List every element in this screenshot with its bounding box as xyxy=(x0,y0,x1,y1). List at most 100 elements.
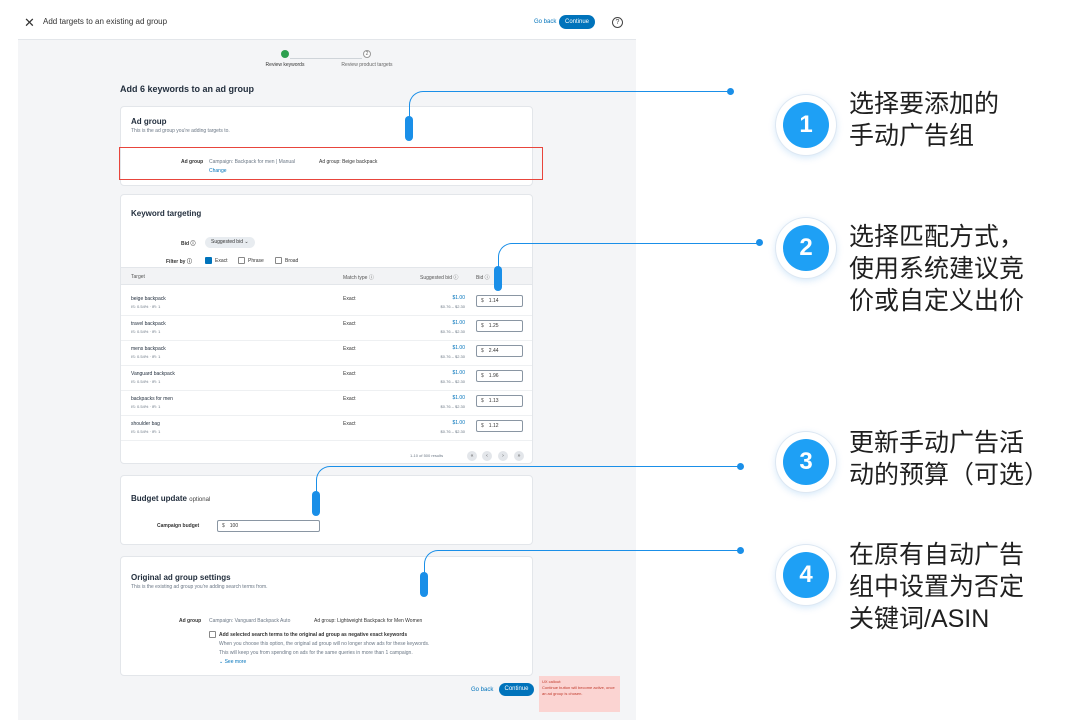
first-page-icon[interactable]: « xyxy=(467,451,477,461)
suggested-bid-link[interactable]: $1.00 xyxy=(441,320,465,326)
header-continue-button[interactable]: Continue xyxy=(559,15,595,29)
close-icon[interactable]: ✕ xyxy=(24,16,35,30)
annotation-text: 选择匹配方式， 使用系统建议竞 价或自定义出价 xyxy=(849,223,1025,315)
step-badge: 3 xyxy=(776,432,836,492)
step-badge: 2 xyxy=(776,218,836,278)
annotation-text: 更新手动广告活 动的预算（可选） xyxy=(849,429,1050,489)
keyword-text: mens backpack xyxy=(131,346,166,352)
pointer-marker xyxy=(494,266,502,291)
suggested-bid-range: $0.76 – $2.30 xyxy=(440,304,465,309)
keyword-targeting-card: Keyword targeting Bid ⓘ Suggested bid ⌄ … xyxy=(120,194,533,464)
bid-input[interactable]: $1.25 xyxy=(476,320,523,332)
bid-input[interactable]: $1.12 xyxy=(476,420,523,432)
page-title: Add 6 keywords to an ad group xyxy=(120,84,255,94)
campaign-name: Campaign: Vanguard Backpack Auto xyxy=(209,618,291,624)
suggested-bid-link[interactable]: $1.00 xyxy=(441,370,465,376)
filter-phrase-checkbox[interactable] xyxy=(238,257,245,264)
prev-page-icon[interactable]: ‹ xyxy=(482,451,492,461)
annotation-text: 在原有自动广告 组中设置为否定 关键词/ASIN xyxy=(849,541,1025,633)
last-page-icon[interactable]: » xyxy=(514,451,524,461)
filter-broad-checkbox[interactable] xyxy=(275,257,282,264)
keyword-metrics: IS: 0.54% · IR: 1 xyxy=(131,329,161,334)
connector-line xyxy=(316,466,742,494)
negative-keywords-desc: When you choose this option, the origina… xyxy=(219,641,430,647)
suggested-bid-range: $0.76 – $2.30 xyxy=(440,354,465,359)
suggested-bid-range: $0.76 – $2.30 xyxy=(440,329,465,334)
suggested-bid-link[interactable]: $1.00 xyxy=(441,345,465,351)
connector-end-dot xyxy=(727,88,734,95)
step-connector xyxy=(290,58,362,59)
negative-keywords-desc: This will keep you from spending on ads … xyxy=(219,650,413,656)
bid-label: Bid ⓘ xyxy=(181,241,196,247)
keyword-text: backpacks for men xyxy=(131,396,173,402)
suggested-bid-range: $0.76 – $2.30 xyxy=(440,404,465,409)
stepper: Review keywords 2 Review product targets xyxy=(18,50,636,80)
match-type: Exact xyxy=(343,396,356,402)
suggested-bid-link[interactable]: $1.00 xyxy=(441,395,465,401)
card-title: Keyword targeting xyxy=(131,209,202,218)
step-badge: 4 xyxy=(776,545,836,605)
step-review-product-targets[interactable]: 2 Review product targets xyxy=(322,50,412,68)
suggested-bid-link[interactable]: $1.00 xyxy=(441,420,465,426)
pagination-text: 1-10 of 500 results xyxy=(410,453,444,458)
step-complete-icon xyxy=(281,50,289,58)
campaign-budget-input[interactable]: $100 xyxy=(217,520,320,532)
filter-broad-label: Broad xyxy=(285,258,299,264)
bid-input[interactable]: $2.44 xyxy=(476,345,523,357)
match-type: Exact xyxy=(343,296,356,302)
negative-keywords-checkbox[interactable] xyxy=(209,631,216,638)
step-label: Review product targets xyxy=(341,62,393,68)
bid-strategy-dropdown[interactable]: Suggested bid ⌄ xyxy=(205,237,255,248)
table-row: travel backpack IS: 0.54% · IR: 1 Exact … xyxy=(121,316,532,341)
callout-text: Continue button will become active, once… xyxy=(542,685,615,696)
keyword-text: Vanguard backpack xyxy=(131,371,175,377)
connector-line xyxy=(498,243,760,268)
keyword-metrics: IS: 0.54% · IR: 1 xyxy=(131,404,161,409)
match-type: Exact xyxy=(343,346,356,352)
match-type: Exact xyxy=(343,421,356,427)
card-subtitle: This is the existing ad group you're add… xyxy=(131,584,268,590)
page-header-title: Add targets to an existing ad group xyxy=(43,17,168,26)
table-row: beige backpack IS: 0.54% · IR: 1 Exact $… xyxy=(121,291,532,316)
keyword-metrics: IS: 0.54% · IR: 1 xyxy=(131,429,161,434)
bid-input[interactable]: $1.13 xyxy=(476,395,523,407)
campaign-budget-label: Campaign budget xyxy=(157,523,200,529)
suggested-bid-link[interactable]: $1.00 xyxy=(441,295,465,301)
table-row: shoulder bag IS: 0.54% · IR: 1 Exact $1.… xyxy=(121,416,532,441)
pointer-marker xyxy=(312,491,320,516)
filter-label: Filter by ⓘ xyxy=(166,259,192,265)
ad-group-field-label: Ad group xyxy=(179,618,202,624)
suggested-bid-range: $0.76 – $2.30 xyxy=(440,379,465,384)
card-title: Original ad group settings xyxy=(131,573,231,582)
help-icon[interactable]: ? xyxy=(612,17,623,28)
footer-go-back-link[interactable]: Go back xyxy=(471,687,493,693)
bid-input[interactable]: $1.96 xyxy=(476,370,523,382)
connector-line xyxy=(409,91,732,121)
footer-continue-button[interactable]: Continue xyxy=(499,683,534,696)
ad-group-name: Ad group: Lightweight Backpack for Men W… xyxy=(314,618,423,624)
filter-phrase-label: Phrase xyxy=(248,258,264,264)
step-number: 2 xyxy=(363,50,371,58)
step-badge: 1 xyxy=(776,95,836,155)
header-go-back-link[interactable]: Go back xyxy=(534,19,556,25)
suggested-bid-range: $0.76 – $2.30 xyxy=(440,429,465,434)
table-row: Vanguard backpack IS: 0.54% · IR: 1 Exac… xyxy=(121,366,532,391)
keyword-text: beige backpack xyxy=(131,296,166,302)
keyword-text: shoulder bag xyxy=(131,421,160,427)
connector-end-dot xyxy=(756,239,763,246)
connector-end-dot xyxy=(737,547,744,554)
ad-group-highlight xyxy=(119,147,543,180)
ux-callout: UX callout: Continue button will become … xyxy=(539,676,620,712)
bid-input[interactable]: $1.14 xyxy=(476,295,523,307)
step-review-keywords[interactable]: Review keywords xyxy=(240,50,330,68)
table-header: Target Match type ⓘ Suggested bid ⓘ Bid … xyxy=(121,267,532,285)
see-more-link[interactable]: ⌄ See more xyxy=(219,659,246,665)
card-title: Budget update optional xyxy=(131,494,211,503)
filter-exact-checkbox[interactable] xyxy=(205,257,212,264)
col-target: Target xyxy=(131,274,145,280)
table-row: backpacks for men IS: 0.54% · IR: 1 Exac… xyxy=(121,391,532,416)
filter-exact-label: Exact xyxy=(215,258,228,264)
next-page-icon[interactable]: › xyxy=(498,451,508,461)
match-type: Exact xyxy=(343,321,356,327)
match-type: Exact xyxy=(343,371,356,377)
